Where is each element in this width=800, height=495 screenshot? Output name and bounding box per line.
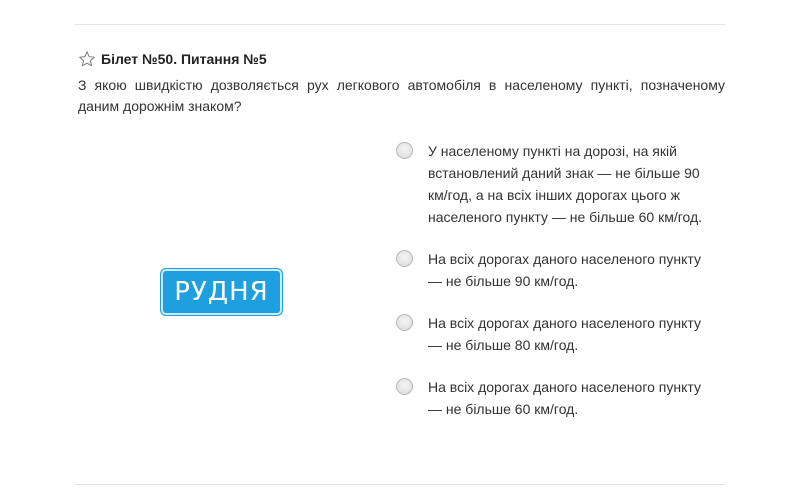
question-page: Білет №50. Питання №5 З якою швидкістю д… (0, 0, 800, 495)
radio-button[interactable] (396, 250, 413, 267)
answer-option-3[interactable]: На всіх дорогах даного населеного пункту… (396, 312, 726, 356)
answer-label[interactable]: На всіх дорогах даного населеного пункту… (428, 248, 718, 292)
top-divider (75, 24, 725, 25)
answer-list: У населеному пункті на дорозі, на якій в… (396, 140, 726, 420)
ticket-title: Білет №50. Питання №5 (101, 51, 267, 67)
radio-button[interactable] (396, 378, 413, 395)
answer-option-1[interactable]: У населеному пункті на дорозі, на якій в… (396, 140, 726, 228)
question-text: З якою швидкістю дозволяється рух легков… (78, 77, 725, 114)
answer-label[interactable]: У населеному пункті на дорозі, на якій в… (428, 140, 718, 228)
radio-button[interactable] (396, 314, 413, 331)
answer-option-4[interactable]: На всіх дорогах даного населеного пункту… (396, 376, 726, 420)
road-sign-plate: РУДНЯ (161, 269, 282, 315)
answer-label[interactable]: На всіх дорогах даного населеного пункту… (428, 376, 718, 420)
ticket-header: Білет №50. Питання №5 (78, 50, 267, 68)
road-sign-image: РУДНЯ (161, 269, 282, 315)
answer-label[interactable]: На всіх дорогах даного населеного пункту… (428, 312, 718, 356)
radio-button[interactable] (396, 142, 413, 159)
star-icon[interactable] (78, 50, 96, 68)
answer-option-2[interactable]: На всіх дорогах даного населеного пункту… (396, 248, 726, 292)
bottom-divider (75, 484, 725, 485)
road-sign-text: РУДНЯ (174, 277, 269, 307)
